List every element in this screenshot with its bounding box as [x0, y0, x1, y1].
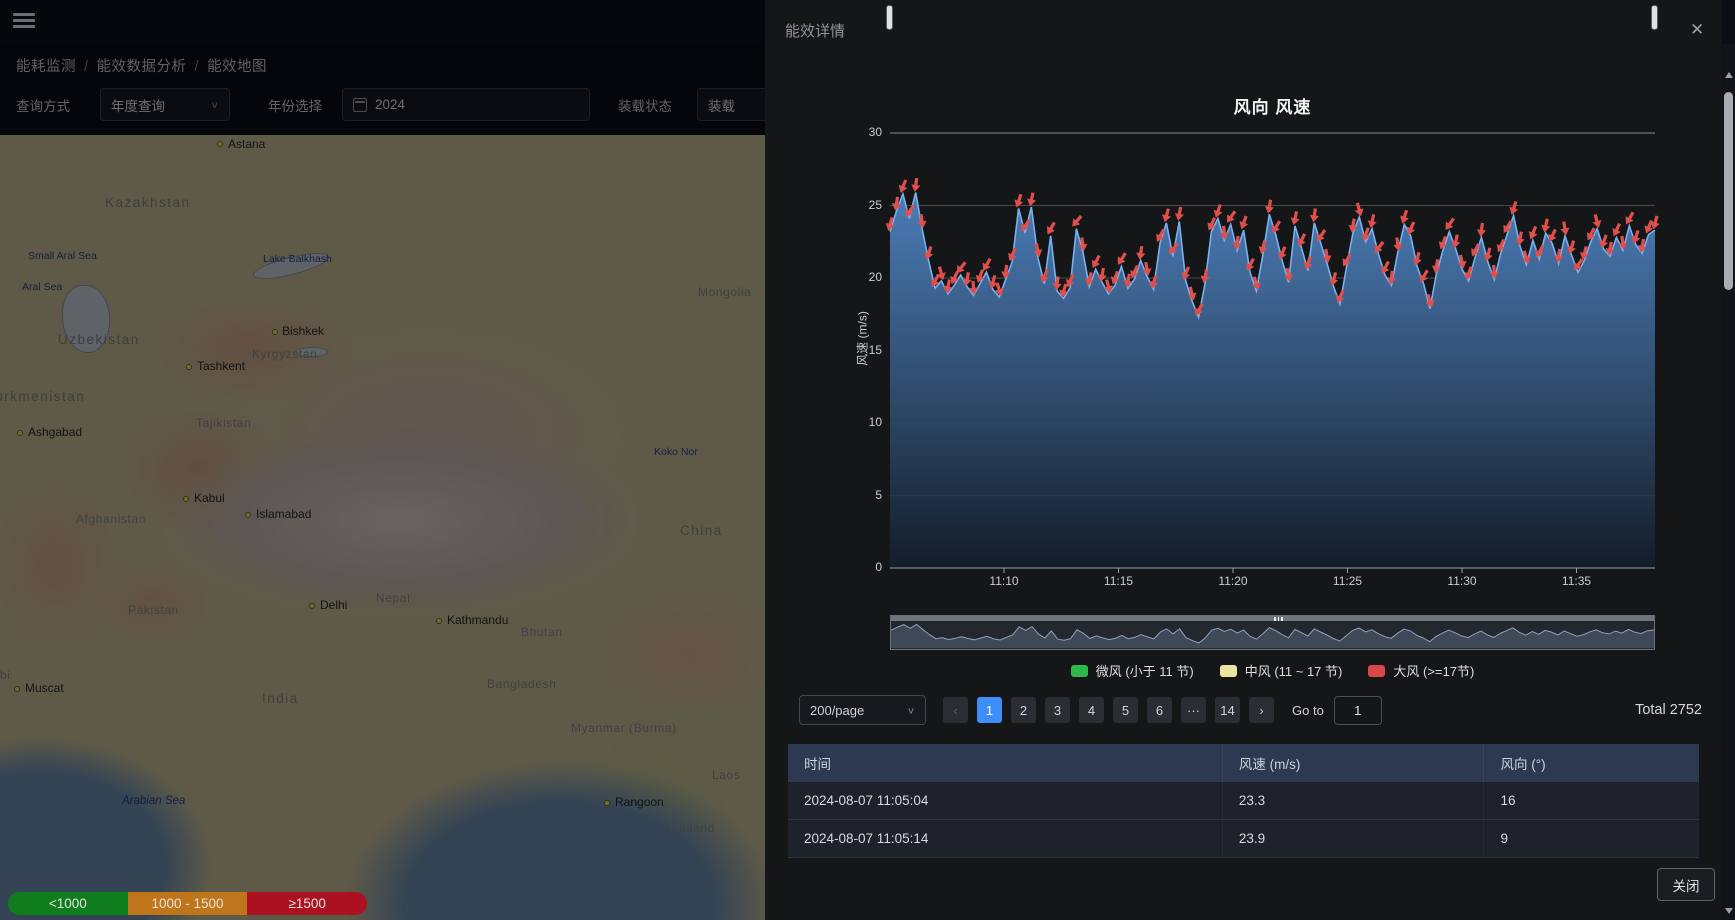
table-header-row: 时间风速 (m/s)风向 (°): [788, 744, 1699, 782]
table-cell: 2024-08-07 11:05:04: [788, 782, 1222, 820]
y-tick-label: 25: [842, 198, 882, 212]
page-button-4[interactable]: 4: [1079, 697, 1104, 723]
table-cell: 23.9: [1222, 820, 1484, 858]
detail-drawer: 能效详情 ✕ 风向 风速 风速 (m/s) 051015202530 11:10…: [765, 0, 1722, 920]
map-legend-segment: ≥1500: [247, 892, 367, 915]
legend-label: 微风 (小于 11 节): [1096, 661, 1194, 680]
page-button-3[interactable]: 3: [1045, 697, 1070, 723]
scrollbar-thumb[interactable]: [1724, 92, 1733, 290]
app-root: 能耗监测/能效数据分析/能效地图 查询方式 年度查询 ∨ 年份选择 2024 装…: [0, 0, 1735, 920]
page-button-6[interactable]: 6: [1147, 697, 1172, 723]
table-cell: 23.3: [1222, 782, 1484, 820]
datazoom-slider[interactable]: [890, 615, 1655, 650]
table-row[interactable]: 2024-08-07 11:05:0423.316: [788, 782, 1699, 820]
pager: ‹ 123456 ··· 14 ›: [943, 697, 1274, 723]
x-tick-label: 11:15: [1089, 574, 1149, 588]
slider-preview-chart: [891, 622, 1654, 650]
chevron-down-icon: ∨: [907, 705, 915, 715]
pagination-bar: 200/page ∨ ‹ 123456 ··· 14 › Go to Total 275…: [785, 695, 1702, 725]
page-button-14[interactable]: 14: [1215, 697, 1240, 723]
table-column-header: 风速 (m/s): [1222, 744, 1484, 782]
x-tick-label: 11:30: [1432, 574, 1492, 588]
modal-dim-overlay: [0, 0, 765, 920]
table-cell: 9: [1484, 820, 1699, 858]
y-axis-label: 风速 (m/s): [854, 304, 871, 374]
zoom-handle-left[interactable]: [886, 5, 893, 30]
page-button-2[interactable]: 2: [1011, 697, 1036, 723]
goto-page-input[interactable]: [1334, 696, 1382, 725]
x-tick-label: 11:25: [1318, 574, 1378, 588]
y-tick-label: 10: [842, 415, 882, 429]
page-button-1[interactable]: 1: [977, 697, 1002, 723]
zoom-handle-right[interactable]: [1651, 5, 1658, 30]
background-page: 能耗监测/能效数据分析/能效地图 查询方式 年度查询 ∨ 年份选择 2024 装…: [0, 0, 765, 920]
legend-item[interactable]: 中风 (11 ~ 17 节): [1220, 661, 1343, 680]
wind-chart[interactable]: [890, 133, 1655, 568]
y-tick-label: 5: [842, 488, 882, 502]
goto-label: Go to: [1292, 703, 1324, 718]
page-scrollbar[interactable]: [1722, 44, 1735, 920]
y-tick-label: 0: [842, 560, 882, 574]
legend-item[interactable]: 微风 (小于 11 节): [1071, 661, 1194, 680]
y-tick-label: 20: [842, 270, 882, 284]
table-cell: 2024-08-07 11:05:14: [788, 820, 1222, 858]
chart-legend: 微风 (小于 11 节) 中风 (11 ~ 17 节) 大风 (>=17节): [890, 661, 1655, 680]
table-cell: 16: [1484, 782, 1699, 820]
more-pages-button[interactable]: ···: [1181, 697, 1206, 723]
table-row[interactable]: 2024-08-07 11:05:1423.99: [788, 820, 1699, 858]
drawer-title: 能效详情: [785, 20, 845, 41]
x-tick-label: 11:10: [974, 574, 1034, 588]
next-page-button[interactable]: ›: [1249, 697, 1274, 723]
legend-item[interactable]: 大风 (>=17节): [1368, 661, 1474, 680]
scroll-down-icon[interactable]: [1725, 908, 1733, 914]
x-tick-label: 11:35: [1547, 574, 1607, 588]
legend-label: 中风 (11 ~ 17 节): [1245, 661, 1343, 680]
legend-swatch: [1368, 665, 1385, 677]
legend-label: 大风 (>=17节): [1393, 661, 1474, 680]
close-icon[interactable]: ✕: [1690, 20, 1704, 40]
table-column-header: 风向 (°): [1484, 744, 1699, 782]
map-legend-segment: 1000 - 1500: [128, 892, 248, 915]
prev-page-button[interactable]: ‹: [943, 697, 968, 723]
legend-swatch: [1220, 665, 1237, 677]
wind-data-table: 时间风速 (m/s)风向 (°) 2024-08-07 11:05:0423.3…: [788, 744, 1699, 858]
legend-swatch: [1071, 665, 1088, 677]
slider-grip-handle[interactable]: [1273, 616, 1285, 621]
y-tick-label: 30: [842, 125, 882, 139]
x-tick-label: 11:20: [1203, 574, 1263, 588]
table-column-header: 时间: [788, 744, 1222, 782]
map-color-legend: <10001000 - 1500≥1500: [8, 892, 367, 915]
y-tick-label: 15: [842, 343, 882, 357]
close-button[interactable]: 关闭: [1657, 868, 1715, 901]
table-body: 2024-08-07 11:05:0423.3162024-08-07 11:0…: [788, 782, 1699, 858]
total-count: Total 2752: [1635, 702, 1702, 718]
chart-title: 风向 风速: [890, 93, 1655, 118]
scroll-up-icon[interactable]: [1725, 72, 1733, 78]
page-size-select[interactable]: 200/page ∨: [799, 695, 926, 725]
page-button-5[interactable]: 5: [1113, 697, 1138, 723]
map-legend-segment: <1000: [8, 892, 128, 915]
page-size-value: 200/page: [810, 703, 864, 718]
